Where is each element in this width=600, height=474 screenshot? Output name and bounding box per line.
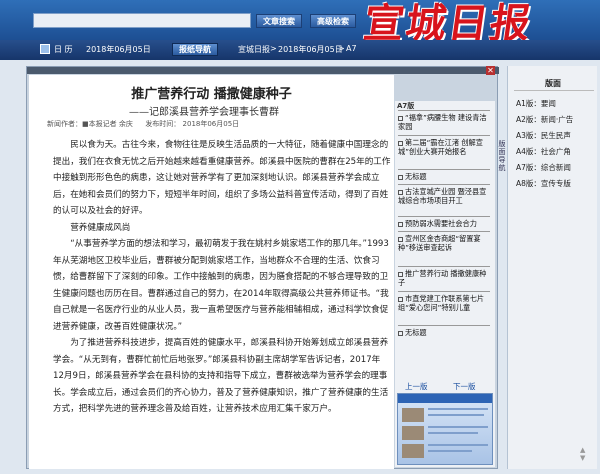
thumbnail-item[interactable]: 宣州区金杏商超“留置宴种”移送审查起诉 (398, 234, 490, 252)
article-body: 民以食为天。古往今来，食物往往是反映生活品质的一大特征，随着健康中国理念的提出，… (53, 137, 391, 418)
breadcrumb-page: A7 (346, 44, 357, 53)
top-banner: 文章搜索 高级检索 宣城日报 (0, 0, 600, 47)
thumbnail-item[interactable]: 无标题 (398, 328, 490, 337)
thumbnail-item[interactable]: “福拿”病腰生物 建设青洁家园 (398, 113, 490, 131)
edition-list-panel: 版面 A1版：要闻 A2版：新闻·广告 A3版：民生民声 A4版：社会广角 A7… (507, 66, 597, 469)
edition-item[interactable]: A2版：新闻·广告 (516, 114, 573, 125)
nav-bar: 日 历 2018年06月05日 报纸导航 宣城日报 > 2018年06月05日 … (0, 40, 600, 60)
checkbox-icon (398, 115, 403, 121)
calendar-label[interactable]: 日 历 (54, 44, 73, 55)
thumbnail-item[interactable]: 预防弱水需要社会合力 (398, 219, 490, 228)
edition-item[interactable]: A1版：要闻 (516, 98, 556, 109)
edition-list-title: 版面 (545, 79, 561, 88)
article-reporter: 新闻作者：■本报记者 余庆 (47, 120, 133, 128)
advanced-search-button[interactable]: 高级检索 (310, 14, 356, 28)
ad-image[interactable] (397, 393, 493, 465)
article-title: 推广营养行动 播撒健康种子 (131, 87, 292, 102)
edition-nav-button[interactable]: 报纸导航 (172, 43, 218, 56)
edition-item[interactable]: A8版：宣传专版 (516, 178, 571, 189)
close-icon[interactable]: ✕ (486, 66, 495, 75)
current-date: 2018年06月05日 (86, 45, 151, 54)
checkbox-icon (398, 221, 403, 227)
checkbox-icon (398, 236, 403, 242)
checkbox-icon (398, 189, 403, 195)
thumbnail-item[interactable]: 推广营养行动 播撒健康种子 (398, 269, 490, 287)
thumbnail-item[interactable]: 市直党建工作联系第七片组“爱心您问”特别儿童 (398, 294, 490, 312)
breadcrumb-date[interactable]: 2018年06月05日 (278, 44, 343, 55)
article-panel: 推广营养行动 播撒健康种子 ——记郎溪县营养学会理事长曹群 新闻作者：■本报记者… (29, 75, 394, 469)
edition-item[interactable]: A7版：综合新闻 (516, 162, 571, 173)
prev-page-link[interactable]: 上一版 (405, 381, 428, 392)
page-thumbnail: A7版 “福拿”病腰生物 建设青洁家园 第二届“霸在江渚 创解宣城”创业大赛开始… (395, 101, 495, 467)
search-input[interactable] (33, 13, 251, 28)
checkbox-icon (398, 296, 403, 302)
checkbox-icon (398, 140, 403, 146)
section-heading: 营养健康成风尚 (70, 222, 131, 233)
viewer-header (27, 67, 499, 74)
article-search-button[interactable]: 文章搜索 (256, 14, 302, 28)
scroll-arrows-icon[interactable]: ▲ ▼ (580, 446, 596, 466)
edition-nav-tab[interactable]: 版面导航 (498, 140, 506, 210)
paragraph: “从事营养学方面的想法和学习，最初萌发于我在姚村乡姚家塔工作的那几年。”1993… (53, 239, 389, 332)
thumbnail-item[interactable]: 第二届“霸在江渚 创解宣城”创业大赛开始报名 (398, 138, 490, 156)
breadcrumb-paper[interactable]: 宣城日报 (238, 44, 270, 55)
edition-item[interactable]: A3版：民生民声 (516, 130, 571, 141)
article-viewer: ✕ 推广营养行动 播撒健康种子 ——记郎溪县营养学会理事长曹群 新闻作者：■本报… (26, 66, 499, 469)
article-date: 发布时间： 2018年06月05日 (145, 120, 240, 128)
paragraph: 民以食为天。古往今来，食物往往是反映生活品质的一大特征，随着健康中国理念的提出，… (53, 140, 391, 216)
paragraph: 为了推进营养科技进步，提高百姓的健康水平，郎溪县科协开始筹划成立郎溪县营养学会。… (53, 338, 389, 414)
checkbox-icon (398, 330, 403, 336)
next-page-link[interactable]: 下一版 (453, 381, 476, 392)
article-subtitle: ——记郎溪县营养学会理事长曹群 (129, 107, 279, 118)
edition-item[interactable]: A4版：社会广角 (516, 146, 571, 157)
calendar-icon[interactable] (40, 44, 50, 54)
checkbox-icon (398, 271, 403, 277)
checkbox-icon (398, 174, 403, 180)
article-meta: 新闻作者：■本报记者 余庆 发布时间： 2018年06月05日 (47, 119, 239, 129)
thumbnail-item[interactable]: 古法宣城产业园 暨泾县宣城综合市场项目开工 (398, 187, 490, 205)
thumbnail-item[interactable]: 无标题 (398, 172, 490, 181)
